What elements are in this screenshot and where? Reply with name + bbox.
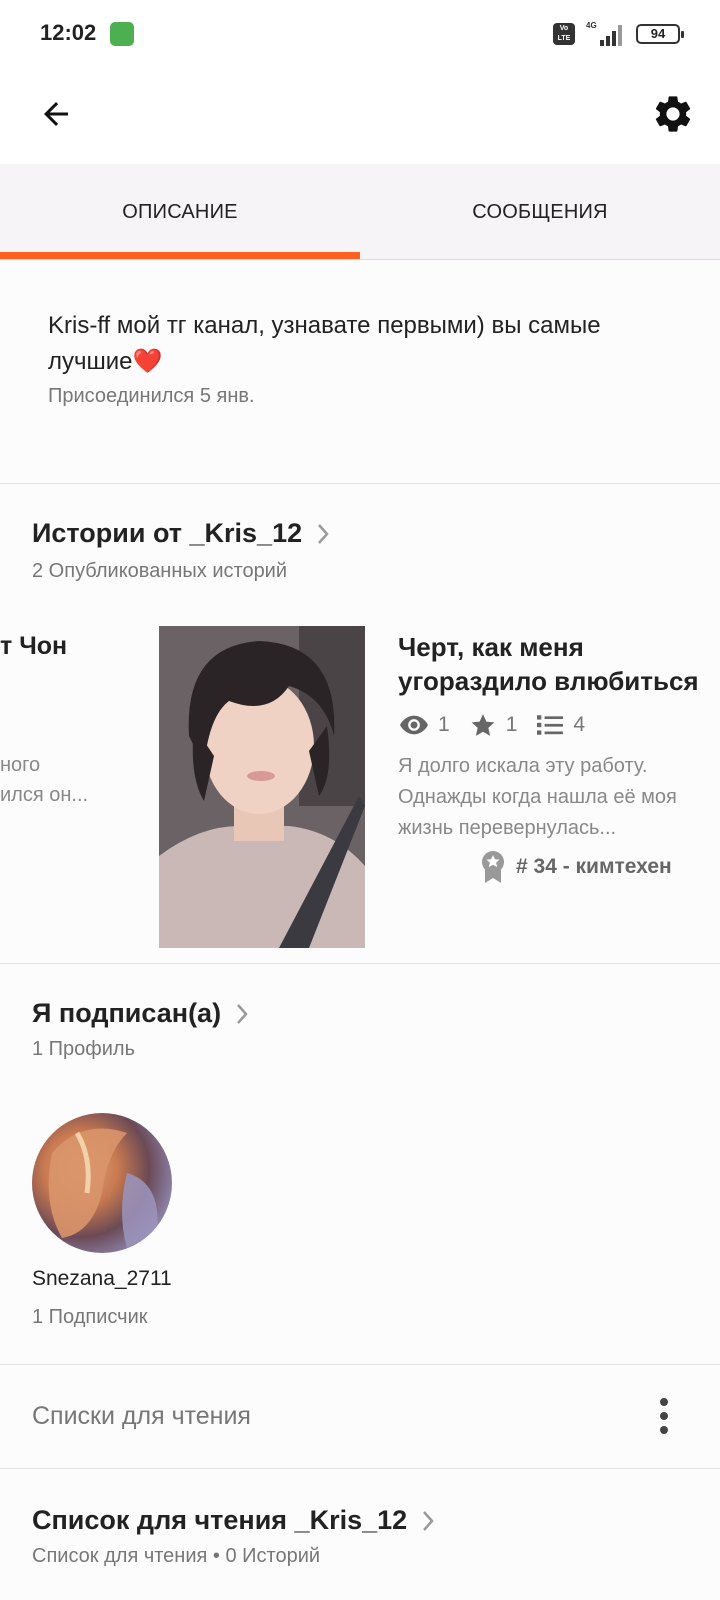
tab-description[interactable]: ОПИСАНИЕ [0,164,360,260]
divider [0,1468,720,1469]
reading-lists-label: Списки для чтения [32,1402,251,1430]
joined-date: Присоединился 5 янв. [48,385,255,407]
rank-text: # 34 - кимтехен [516,855,672,878]
prev-story-title[interactable]: т Чон [0,632,67,661]
views-count: 1 [438,713,450,736]
following-profile-name[interactable]: Snezana_2711 [32,1267,172,1291]
profile-bio: Kris-ff мой тг канал, узнавате первыми) … [48,308,688,380]
settings-button[interactable] [645,86,701,142]
following-profile-followers: 1 Подписчик [32,1306,148,1328]
eye-icon [400,715,428,735]
reading-list-subtitle: Список для чтения • 0 Историй [32,1545,321,1567]
app-bar [0,68,720,164]
story-stats: 1 1 4 [400,710,605,740]
story-cover-image[interactable] [159,626,365,948]
back-button[interactable] [30,88,82,140]
stories-section-subtitle: 2 Опубликованных историй [32,560,288,582]
story-description: Я долго искала эту работу. Однажды когда… [398,755,677,839]
votes-count: 1 [505,713,518,736]
divider [0,1364,720,1365]
back-arrow-icon [44,102,68,126]
battery-icon: 94 [636,24,684,44]
gear-icon [655,96,691,132]
following-section-title: Я подписан(а) [32,998,222,1028]
list-icon [537,715,564,735]
parts-count: 4 [573,713,586,736]
volte-icon: Vo LTE [553,23,575,45]
story-rank-badge[interactable]: # 34 - кимтехен [480,850,672,884]
following-section-subtitle: 1 Профиль [32,1038,136,1060]
divider [0,483,720,484]
app-notification-icon [110,22,134,46]
avatar[interactable] [32,1113,172,1253]
reading-list-item[interactable]: Список для чтения _Kris_12 [32,1505,435,1536]
heart-emoji: ❤️ [132,348,163,375]
stories-section-header[interactable]: Истории от _Kris_12 [32,518,330,549]
chevron-right-icon [423,1510,434,1531]
divider [0,963,720,964]
chevron-right-icon [318,523,329,544]
following-section-header[interactable]: Я подписан(а) [32,998,249,1029]
status-bar: 12:02 Vo LTE 4G 94 [0,0,720,68]
bio-text: Kris-ff мой тг канал, узнавате первыми) … [48,312,601,375]
active-tab-indicator [0,252,360,259]
chevron-right-icon [237,1003,248,1024]
profile-tabs: ОПИСАНИЕ СООБЩЕНИЯ [0,164,720,260]
signal-icon: 4G [586,21,622,46]
more-vertical-icon [660,1398,668,1434]
votes-stat: 1 [470,712,518,738]
reading-list-title: Список для чтения _Kris_12 [32,1505,408,1535]
network-type-label: 4G [586,21,597,30]
prev-story-description: ного ился он... [0,754,89,806]
tab-messages[interactable]: СООБЩЕНИЯ [360,164,720,260]
award-icon [482,851,504,883]
reading-lists-more-button[interactable] [648,1392,680,1440]
story-title[interactable]: Черт, как меня угораздило влюбиться [398,630,718,698]
status-time: 12:02 [40,20,97,45]
stories-section-title: Истории от _Kris_12 [32,518,303,548]
views-stat: 1 [400,713,450,737]
star-icon [471,714,495,736]
parts-stat: 4 [537,713,585,737]
